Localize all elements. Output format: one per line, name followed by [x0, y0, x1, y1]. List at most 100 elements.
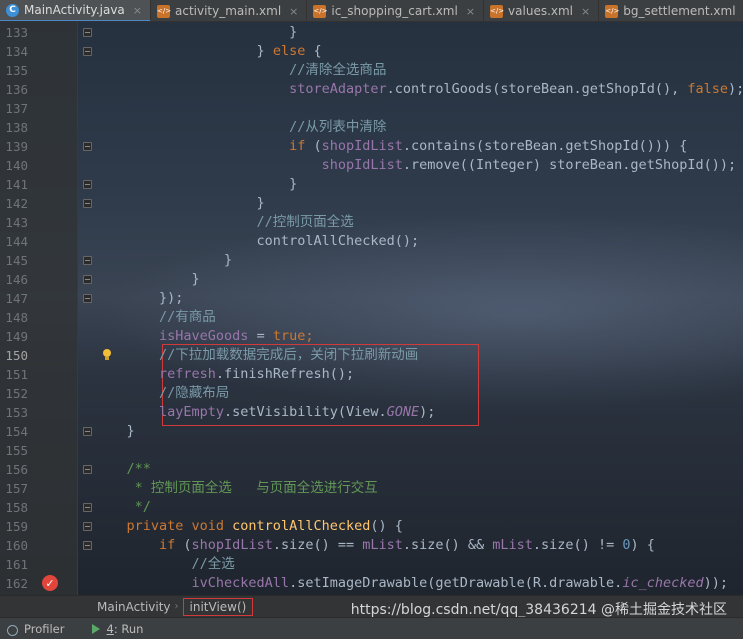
- xml-file-icon: [605, 4, 619, 18]
- xml-file-icon: [313, 4, 327, 18]
- fold-toggle-icon[interactable]: [83, 275, 92, 284]
- run-icon: [89, 623, 102, 635]
- fold-toggle-icon[interactable]: [83, 47, 92, 56]
- watermark-url: https://blog.csdn.net/qq_38436214: [350, 602, 597, 618]
- line-number: 158: [5, 500, 28, 515]
- code-text: isHaveGoods = true;: [94, 327, 313, 346]
- code-line[interactable]: 157 * 控制页面全选 与页面全选进行交互: [0, 479, 743, 498]
- code-line[interactable]: 153 layEmpty.setVisibility(View.GONE);: [0, 403, 743, 422]
- code-token: });: [94, 290, 184, 306]
- code-token: //从列表中清除: [94, 119, 387, 135]
- code-token: }: [94, 271, 200, 287]
- tab-bg-settlement-xml[interactable]: bg_settlement.xml×: [599, 0, 743, 21]
- code-token: * 控制页面全选 与页面全选进行交互: [94, 480, 378, 496]
- code-line[interactable]: 151 refresh.finishRefresh();: [0, 365, 743, 384]
- breadcrumb-method[interactable]: initView(): [182, 597, 254, 616]
- code-line[interactable]: 159 private void controlAllChecked() {: [0, 517, 743, 536]
- fold-toggle-icon[interactable]: [83, 256, 92, 265]
- tab-ic-shopping-cart-xml[interactable]: ic_shopping_cart.xml ×: [307, 0, 485, 21]
- breadcrumb-class[interactable]: MainActivity: [97, 600, 171, 614]
- code-token: /**: [94, 461, 151, 477]
- code-token: mList: [362, 537, 403, 553]
- fold-toggle-icon[interactable]: [83, 199, 92, 208]
- code-line[interactable]: 147 });: [0, 289, 743, 308]
- line-number: 154: [5, 424, 28, 439]
- code-line[interactable]: 148 //有商品: [0, 308, 743, 327]
- line-number: 161: [5, 557, 28, 572]
- fold-toggle-icon[interactable]: [83, 503, 92, 512]
- line-number: 133: [5, 25, 28, 40]
- close-icon[interactable]: ×: [466, 5, 475, 18]
- line-number: 147: [5, 291, 28, 306]
- line-number: 157: [5, 481, 28, 496]
- close-icon[interactable]: ×: [581, 5, 590, 18]
- code-line[interactable]: 142 }: [0, 194, 743, 213]
- code-line[interactable]: 143 //控制页面全选: [0, 213, 743, 232]
- code-token: .size() !=: [532, 537, 623, 553]
- code-token: //下拉加载数据完成后，关闭下拉刷新动画: [94, 347, 419, 363]
- line-number: 153: [5, 405, 28, 420]
- code-line[interactable]: 140 shopIdList.remove((Integer) storeBea…: [0, 156, 743, 175]
- code-line[interactable]: 152 //隐藏布局: [0, 384, 743, 403]
- fold-toggle-icon[interactable]: [83, 28, 92, 37]
- line-number: 140: [5, 158, 28, 173]
- code-line[interactable]: 156 /**: [0, 460, 743, 479]
- code-line[interactable]: 134 } else {: [0, 42, 743, 61]
- code-line[interactable]: 141 }: [0, 175, 743, 194]
- close-icon[interactable]: ×: [133, 4, 142, 17]
- close-icon[interactable]: ×: [289, 5, 298, 18]
- fold-toggle-icon[interactable]: [83, 541, 92, 550]
- line-number: 162: [5, 576, 28, 591]
- code-line[interactable]: 135 //清除全选商品: [0, 61, 743, 80]
- breadcrumb-separator: ›: [174, 601, 179, 612]
- tab-values-xml[interactable]: values.xml ×: [484, 0, 600, 21]
- run-tool-button[interactable]: 4: Run: [89, 622, 143, 636]
- fold-toggle-icon[interactable]: [83, 180, 92, 189]
- code-line[interactable]: 136 storeAdapter.controlGoods(storeBean.…: [0, 80, 743, 99]
- code-line[interactable]: 145 }: [0, 251, 743, 270]
- code-text: }: [94, 23, 297, 42]
- code-token: isHaveGoods: [94, 328, 249, 344]
- fold-toggle-icon[interactable]: [83, 427, 92, 436]
- code-line[interactable]: 149 isHaveGoods = true;: [0, 327, 743, 346]
- code-line[interactable]: 155: [0, 441, 743, 460]
- code-text: }: [94, 270, 200, 289]
- fold-toggle-icon[interactable]: [83, 465, 92, 474]
- code-line[interactable]: 161 //全选: [0, 555, 743, 574]
- tab-mainactivity-java[interactable]: C MainActivity.java ×: [0, 0, 151, 21]
- code-text: //从列表中清除: [94, 118, 386, 137]
- code-token: //全选: [94, 556, 235, 572]
- code-line[interactable]: 160 if (shopIdList.size() == mList.size(…: [0, 536, 743, 555]
- code-line[interactable]: 150 //下拉加载数据完成后，关闭下拉刷新动画: [0, 346, 743, 365]
- code-token: shopIdList: [94, 157, 403, 173]
- code-token: }: [94, 24, 298, 40]
- code-line[interactable]: 138 //从列表中清除: [0, 118, 743, 137]
- status-bar: Profiler 4: Run: [0, 617, 743, 639]
- code-line[interactable]: 146 }: [0, 270, 743, 289]
- fold-toggle-icon[interactable]: [83, 522, 92, 531]
- java-class-icon: C: [6, 3, 19, 17]
- code-text: //下拉加载数据完成后，关闭下拉刷新动画: [94, 346, 418, 365]
- code-line[interactable]: 144 controlAllChecked();: [0, 232, 743, 251]
- tab-activity-main-xml[interactable]: activity_main.xml ×: [151, 0, 308, 21]
- code-line[interactable]: 139 if (shopIdList.contains(storeBean.ge…: [0, 137, 743, 156]
- fold-toggle-icon[interactable]: [83, 142, 92, 151]
- line-number: 160: [5, 538, 28, 553]
- code-line[interactable]: 158 */: [0, 498, 743, 517]
- breakpoint-icon[interactable]: ✓: [42, 575, 58, 591]
- line-number: 135: [5, 63, 28, 78]
- class-icon-letter: C: [6, 3, 19, 17]
- code-token: //控制页面全选: [94, 214, 354, 230]
- xml-glyph: [313, 4, 327, 18]
- code-line[interactable]: 154 }: [0, 422, 743, 441]
- code-line[interactable]: 133 }: [0, 23, 743, 42]
- code-line[interactable]: 162 ✓ ivCheckedAll.setImageDrawable(getDr…: [0, 574, 743, 593]
- code-editor[interactable]: 133 } 134 } else {135 //清除全选商品 136 storeAd…: [0, 22, 743, 595]
- line-number: 146: [5, 272, 28, 287]
- profiler-tool-button[interactable]: Profiler: [6, 622, 65, 636]
- xml-file-icon: [490, 4, 504, 18]
- fold-toggle-icon[interactable]: [83, 294, 92, 303]
- code-line[interactable]: 137: [0, 99, 743, 118]
- code-token: else: [272, 43, 306, 59]
- editor-tab-bar: CMainActivity.java×activity_main.xml×ic_…: [0, 0, 743, 22]
